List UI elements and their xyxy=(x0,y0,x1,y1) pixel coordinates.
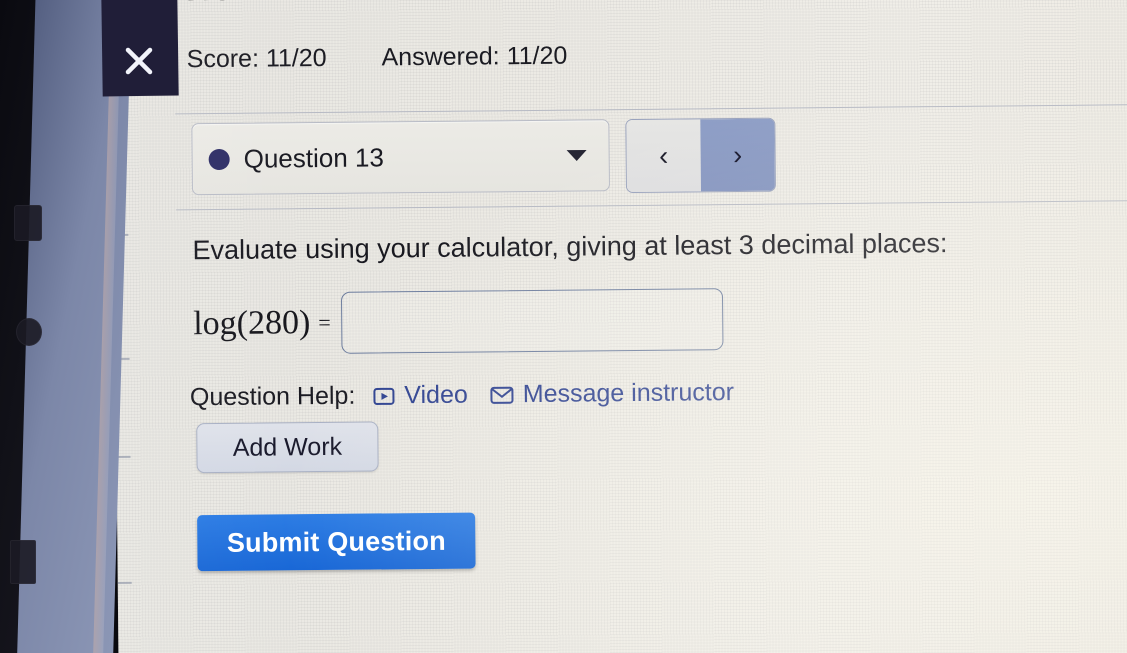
score-summary: Score: 11/20 Answered: 11/20 xyxy=(187,42,568,75)
question-selector-label: Question 13 xyxy=(243,141,385,174)
divider-top xyxy=(175,103,1127,115)
divider-bottom xyxy=(176,199,1127,211)
answer-input[interactable] xyxy=(340,288,724,354)
previous-question-button[interactable]: ‹ xyxy=(626,119,701,193)
page-title: Homework Section 4.3 xyxy=(186,0,564,9)
question-help-label: Question Help: xyxy=(189,381,356,412)
next-question-button[interactable]: › xyxy=(700,118,775,192)
question-status-dot-icon xyxy=(208,148,230,170)
background-icon-1 xyxy=(14,205,42,241)
question-prompt: Evaluate using your calculator, giving a… xyxy=(192,227,948,266)
video-help-label: Video xyxy=(404,380,468,410)
message-instructor-link[interactable]: Message instructor xyxy=(490,378,734,409)
message-instructor-label: Message instructor xyxy=(522,378,735,409)
question-pager: ‹ › xyxy=(625,117,777,194)
score-label: Score: 11/20 xyxy=(186,43,327,74)
add-work-button[interactable]: Add Work xyxy=(196,421,379,474)
close-icon[interactable] xyxy=(118,40,160,82)
video-help-link[interactable]: Video xyxy=(373,381,468,411)
submit-question-button[interactable]: Submit Question xyxy=(197,512,476,572)
answered-label: Answered: 11/20 xyxy=(381,41,568,72)
chevron-down-icon[interactable] xyxy=(566,149,587,162)
answer-row: log(280) = xyxy=(193,288,724,355)
equals-sign: = xyxy=(318,309,331,336)
background-icon-2 xyxy=(16,318,42,346)
question-nav-row: Question 13 ‹ › xyxy=(191,117,777,198)
question-selector-dropdown[interactable]: Question 13 xyxy=(191,119,610,196)
envelope-icon xyxy=(490,384,514,406)
math-expression: log(280) xyxy=(193,304,311,343)
question-help-row: Question Help: Video Message instructor xyxy=(190,378,756,412)
photo-of-screen: Homework Section 4.3 Score: 11/20 Answer… xyxy=(0,0,1127,653)
video-play-icon xyxy=(373,385,395,407)
background-icon-3 xyxy=(10,540,36,584)
page-edge-tick xyxy=(117,581,132,584)
homework-page: Homework Section 4.3 Score: 11/20 Answer… xyxy=(112,0,1127,653)
